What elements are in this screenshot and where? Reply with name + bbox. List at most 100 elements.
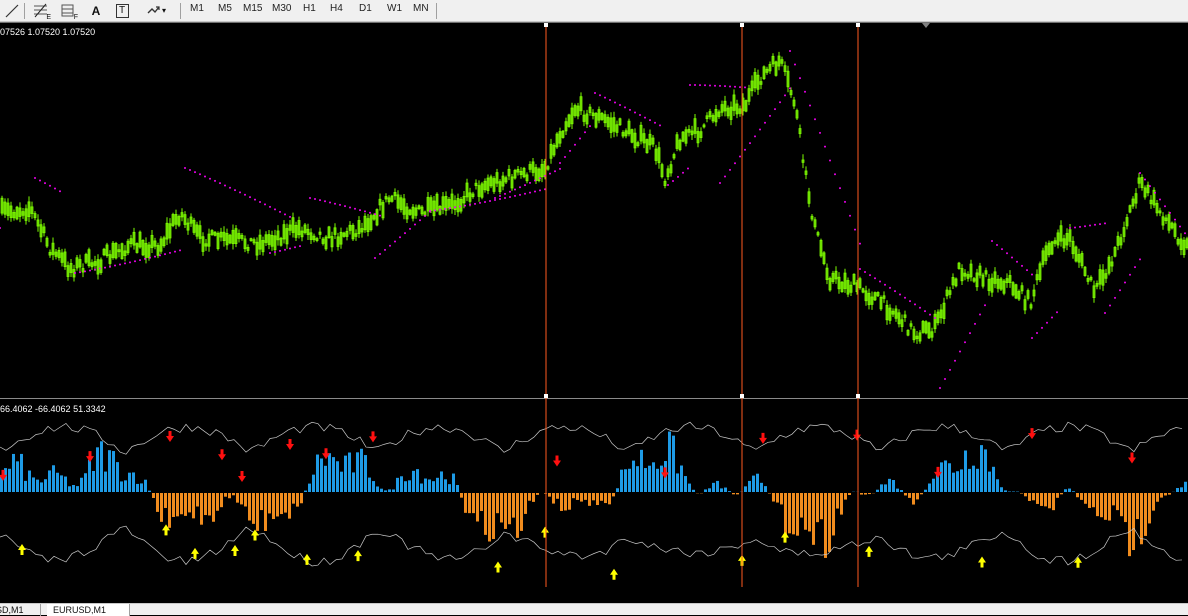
timeframe-h1-button[interactable]: H1 — [303, 3, 316, 14]
sar-dot — [1046, 322, 1048, 324]
sar-dot — [164, 253, 166, 255]
histogram-bar — [788, 493, 791, 533]
timeframe-m1-button[interactable]: M1 — [190, 3, 204, 14]
ohlc-readout: 07526 1.07520 1.07520 — [0, 27, 95, 37]
sar-dot — [629, 109, 631, 111]
histogram-bar — [340, 472, 343, 492]
histogram-bar — [256, 493, 259, 531]
sar-dot — [934, 317, 936, 319]
histogram-bar — [512, 493, 515, 518]
lower-envelope-line — [0, 526, 1182, 566]
histogram-bar — [444, 479, 447, 492]
fibo-fan-icon[interactable]: F — [58, 2, 78, 19]
sar-dot — [754, 135, 756, 137]
price-chart[interactable] — [0, 23, 1188, 398]
histogram-bar — [348, 453, 351, 492]
sar-dot — [689, 84, 691, 86]
timeframe-m5-button[interactable]: M5 — [218, 3, 232, 14]
sar-dot — [474, 203, 476, 205]
timeframe-m30-button[interactable]: M30 — [272, 3, 291, 14]
sar-dot — [729, 169, 731, 171]
sar-dot — [134, 260, 136, 262]
sar-dot — [959, 351, 961, 353]
sar-dot — [229, 187, 231, 189]
indicator-subwindow[interactable] — [0, 399, 1188, 587]
histogram-bar — [508, 493, 511, 524]
toolbar-separator — [436, 3, 437, 19]
histogram-bar — [1120, 493, 1123, 516]
sar-dot — [184, 167, 186, 169]
sar-dot — [804, 91, 806, 93]
sar-dot — [1016, 261, 1018, 263]
histogram-bar — [924, 490, 927, 492]
histogram-bar — [472, 493, 475, 513]
tab-eurusd-m1[interactable]: EURUSD,M1 — [47, 604, 130, 616]
sar-dot — [289, 248, 291, 250]
sar-dot — [459, 205, 461, 207]
histogram-bar — [712, 483, 715, 492]
timeframe-m15-button[interactable]: M15 — [243, 3, 262, 14]
down-arrow-icon — [1028, 428, 1036, 439]
sar-dot — [274, 208, 276, 210]
sar-dot — [609, 99, 611, 101]
timeframe-h4-button[interactable]: H4 — [330, 3, 343, 14]
histogram-bar — [744, 486, 747, 492]
sar-dot — [974, 323, 976, 325]
sar-dot — [1084, 225, 1086, 227]
chart-window[interactable]: 07526 1.07520 1.07520 66.4062 -66.4062 5… — [0, 22, 1188, 587]
timeframe-mn-button[interactable]: MN — [413, 3, 429, 14]
histogram-bar — [260, 493, 263, 510]
sar-dot — [259, 201, 261, 203]
histogram-bar — [192, 493, 195, 518]
histogram-bar — [916, 493, 919, 499]
sar-dot — [489, 200, 491, 202]
sar-dot — [734, 162, 736, 164]
fibonacci-icon[interactable]: E — [31, 2, 51, 19]
toolbar-separator — [180, 3, 181, 19]
tab-chart-1[interactable]: SD,M1 — [0, 604, 41, 616]
histogram-bar — [144, 480, 147, 492]
histogram-bar — [240, 493, 243, 504]
sar-dot — [1124, 282, 1126, 284]
sar-dot — [1174, 219, 1176, 221]
timeframe-w1-button[interactable]: W1 — [387, 3, 402, 14]
histogram-bar — [972, 466, 975, 492]
histogram-bar — [380, 489, 383, 492]
histogram-bar — [720, 488, 723, 492]
up-arrow-icon — [303, 554, 311, 565]
histogram-bar — [1156, 493, 1159, 502]
sar-dot — [244, 194, 246, 196]
histogram-bar — [820, 493, 823, 519]
text-icon[interactable]: A — [88, 2, 104, 19]
sar-dot — [954, 360, 956, 362]
histogram-bar — [1052, 493, 1055, 510]
histogram-bar — [564, 493, 567, 510]
sar-dot — [659, 124, 661, 126]
sar-dot — [559, 162, 561, 164]
sar-dot — [479, 202, 481, 204]
histogram-bar — [1168, 493, 1171, 495]
histogram-bar — [168, 493, 171, 528]
histogram-bar — [372, 481, 375, 492]
text-label-icon[interactable]: T — [114, 2, 130, 19]
histogram-bar — [140, 483, 143, 492]
trendline-icon[interactable] — [4, 2, 20, 19]
histogram-bar — [956, 471, 959, 492]
histogram-bar — [780, 493, 783, 504]
sar-dot — [174, 251, 176, 253]
histogram-bar — [172, 493, 175, 517]
histogram-bar — [1132, 493, 1135, 550]
sar-dot — [204, 175, 206, 177]
histogram-bar — [588, 493, 591, 506]
histogram-bar — [724, 488, 727, 492]
timeframe-d1-button[interactable]: D1 — [359, 3, 372, 14]
histogram-bar — [60, 475, 63, 492]
sar-dot — [654, 122, 656, 124]
histogram-bar — [324, 466, 327, 492]
arrows-menu-icon[interactable]: ▾ — [142, 2, 170, 19]
histogram-bar — [784, 493, 787, 535]
up-arrow-icon — [18, 544, 26, 555]
histogram-bar — [248, 493, 251, 520]
histogram-bar — [396, 478, 399, 492]
sar-dot — [1011, 256, 1013, 258]
